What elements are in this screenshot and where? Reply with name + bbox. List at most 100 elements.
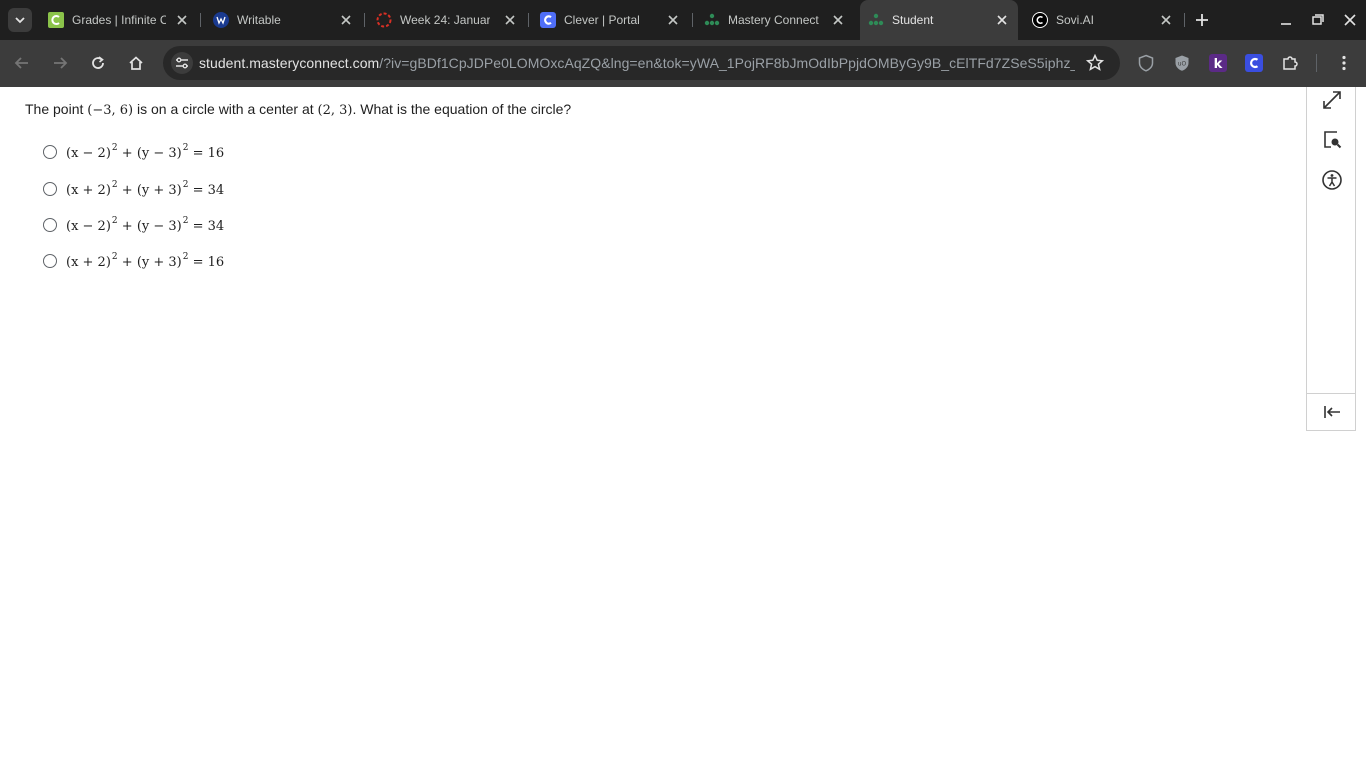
address-bar[interactable]: student.masteryconnect.com/?iv=gBDf1CpJD… — [163, 46, 1120, 80]
panel-divider — [1307, 393, 1355, 394]
question-center: (2, 3) — [317, 103, 353, 118]
radio-button[interactable] — [43, 218, 57, 232]
reload-button[interactable] — [86, 51, 110, 75]
collapse-panel-button[interactable] — [1319, 399, 1345, 425]
magnifier-button[interactable] — [1319, 127, 1345, 153]
restore-button[interactable] — [1306, 8, 1330, 32]
exponent: 2 — [111, 252, 118, 262]
restore-icon — [1312, 14, 1324, 25]
tab-search-button[interactable] — [8, 8, 32, 32]
close-icon[interactable] — [502, 12, 518, 28]
tab-mastery-connect[interactable]: Mastery Connect — [696, 0, 856, 40]
reload-icon — [92, 56, 104, 69]
tab-student[interactable]: Student — [860, 0, 1018, 40]
infinite-campus-icon — [48, 12, 64, 28]
extension-clever-button[interactable] — [1244, 53, 1264, 73]
svg-text:uO: uO — [1178, 61, 1187, 68]
answer-choice-a[interactable]: (x − 2)2 + (y − 3)2 = 16 — [43, 140, 224, 164]
tab-writable[interactable]: Writable — [205, 0, 365, 40]
minimize-icon — [1281, 23, 1291, 25]
exponent: 2 — [111, 143, 118, 153]
loading-spinner-icon — [376, 12, 392, 28]
tab-sovi[interactable]: Sovi.AI — [1024, 0, 1184, 40]
tab-week-24[interactable]: Week 24: Januar — [368, 0, 528, 40]
close-window-button[interactable] — [1338, 8, 1362, 32]
sovi-icon — [1032, 12, 1048, 28]
accessibility-button[interactable] — [1319, 167, 1345, 193]
extensions-menu-button[interactable] — [1280, 53, 1300, 73]
answer-choice-c[interactable]: (x − 2)2 + (y − 3)2 = 34 — [43, 213, 224, 237]
tune-icon — [176, 57, 188, 69]
extension-shield-button[interactable] — [1136, 53, 1156, 73]
tab-separator — [692, 13, 693, 27]
minimize-button[interactable] — [1274, 8, 1298, 32]
writable-icon — [213, 12, 229, 28]
tab-grades[interactable]: Grades | Infinite C — [40, 0, 200, 40]
accessibility-icon — [1322, 170, 1342, 190]
x-term: (x − 2) — [66, 219, 111, 234]
tab-separator — [200, 13, 201, 27]
page-content: The point (−3, 6) is on a circle with a … — [0, 87, 1366, 768]
extension-ublock-button[interactable]: uO — [1172, 53, 1192, 73]
bookmark-button[interactable] — [1085, 53, 1105, 73]
puzzle-icon — [1283, 56, 1298, 70]
tab-title: Week 24: Januar — [400, 13, 490, 27]
extension-k-button[interactable]: k — [1208, 53, 1228, 73]
clever-icon — [1245, 54, 1263, 72]
back-arrow-icon — [14, 57, 28, 69]
close-icon[interactable] — [665, 12, 681, 28]
close-icon[interactable] — [338, 12, 354, 28]
more-vertical-icon — [1342, 55, 1346, 71]
star-icon — [1085, 53, 1105, 71]
y-term: (y + 3) — [136, 183, 182, 198]
close-icon[interactable] — [1158, 12, 1174, 28]
rhs-value: 34 — [207, 183, 225, 198]
tool-panel — [1306, 87, 1356, 431]
tab-title: Clever | Portal — [564, 13, 640, 27]
tab-title: Writable — [237, 13, 281, 27]
tab-title: Grades | Infinite C — [72, 13, 166, 27]
mastery-connect-icon — [704, 12, 720, 28]
tab-clever[interactable]: Clever | Portal — [532, 0, 692, 40]
choice-expression: (x + 2)2 + (y + 3)2 = 34 — [66, 180, 225, 198]
new-tab-button[interactable] — [1192, 10, 1212, 30]
clever-icon — [540, 12, 556, 28]
y-term: (y + 3) — [136, 255, 182, 270]
back-button[interactable] — [10, 51, 34, 75]
url-text[interactable]: student.masteryconnect.com/?iv=gBDf1CpJD… — [199, 55, 1075, 71]
forward-button[interactable] — [48, 51, 72, 75]
exponent: 2 — [182, 143, 189, 153]
radio-button[interactable] — [43, 145, 57, 159]
tab-title: Student — [892, 13, 934, 27]
k-extension-icon: k — [1209, 54, 1227, 72]
x-term: (x + 2) — [66, 183, 111, 198]
exponent: 2 — [182, 216, 189, 226]
tab-title: Mastery Connect — [728, 13, 819, 27]
site-info-button[interactable] — [171, 52, 193, 74]
exponent: 2 — [111, 180, 118, 190]
toolbar-divider — [1316, 54, 1317, 72]
browser-menu-button[interactable] — [1334, 53, 1354, 73]
close-icon[interactable] — [830, 12, 846, 28]
close-icon[interactable] — [174, 12, 190, 28]
close-icon — [1344, 14, 1356, 26]
x-term: (x − 2) — [66, 146, 111, 161]
tab-title: Sovi.AI — [1056, 13, 1095, 27]
question-text: The point (−3, 6) is on a circle with a … — [25, 101, 571, 118]
collapse-left-icon — [1324, 406, 1340, 418]
choice-expression: (x + 2)2 + (y + 3)2 = 16 — [66, 252, 225, 270]
home-button[interactable] — [124, 51, 148, 75]
exponent: 2 — [182, 180, 189, 190]
tab-strip: Grades | Infinite C Writable Week 24: Ja… — [0, 0, 1366, 40]
tab-separator — [364, 13, 365, 27]
answer-choice-d[interactable]: (x + 2)2 + (y + 3)2 = 16 — [43, 249, 224, 273]
mastery-connect-icon — [868, 12, 884, 28]
url-host: student.masteryconnect.com — [199, 55, 380, 71]
radio-button[interactable] — [43, 182, 57, 196]
close-icon[interactable] — [994, 12, 1010, 28]
fullscreen-button[interactable] — [1319, 87, 1345, 113]
answer-choice-b[interactable]: (x + 2)2 + (y + 3)2 = 34 — [43, 177, 224, 201]
rhs-value: 34 — [207, 219, 225, 234]
radio-button[interactable] — [43, 254, 57, 268]
choice-expression: (x − 2)2 + (y − 3)2 = 34 — [66, 216, 225, 234]
